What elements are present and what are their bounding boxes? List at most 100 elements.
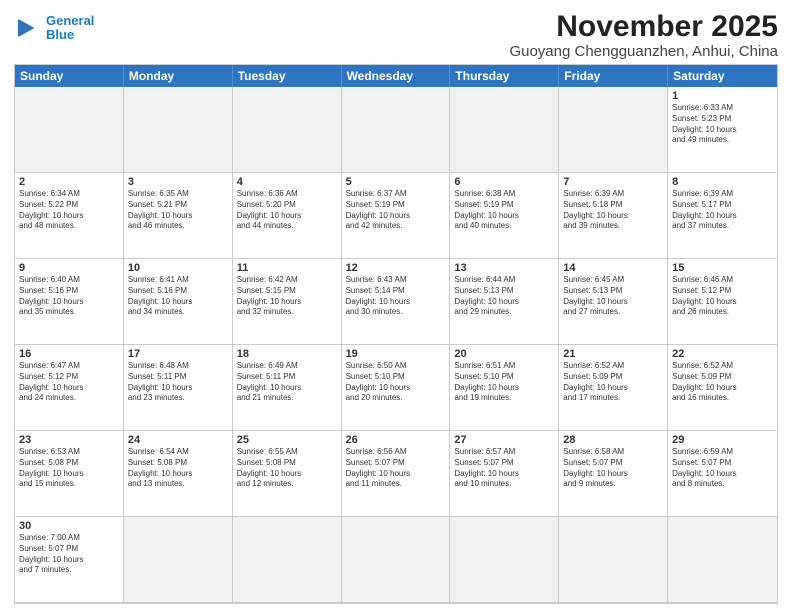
cell-date: 6 <box>454 176 554 188</box>
cell-info: Sunrise: 6:35 AMSunset: 5:21 PMDaylight:… <box>128 189 228 232</box>
calendar-cell-18: 18Sunrise: 6:49 AMSunset: 5:11 PMDayligh… <box>233 345 342 431</box>
empty-cell <box>342 87 451 173</box>
cell-info: Sunrise: 6:57 AMSunset: 5:07 PMDaylight:… <box>454 447 554 490</box>
calendar-cell-11: 11Sunrise: 6:42 AMSunset: 5:15 PMDayligh… <box>233 259 342 345</box>
cell-info: Sunrise: 6:38 AMSunset: 5:19 PMDaylight:… <box>454 189 554 232</box>
logo-text: General Blue <box>46 14 94 43</box>
cell-info: Sunrise: 6:47 AMSunset: 5:12 PMDaylight:… <box>19 361 119 404</box>
logo-blue: Blue <box>46 27 74 42</box>
cell-date: 28 <box>563 434 663 446</box>
calendar-cell-23: 23Sunrise: 6:53 AMSunset: 5:08 PMDayligh… <box>15 431 124 517</box>
calendar-cell-21: 21Sunrise: 6:52 AMSunset: 5:09 PMDayligh… <box>559 345 668 431</box>
cell-info: Sunrise: 6:59 AMSunset: 5:07 PMDaylight:… <box>672 447 773 490</box>
cell-date: 9 <box>19 262 119 274</box>
cell-date: 8 <box>672 176 773 188</box>
empty-cell <box>233 517 342 603</box>
cell-info: Sunrise: 6:37 AMSunset: 5:19 PMDaylight:… <box>346 189 446 232</box>
empty-cell <box>668 517 777 603</box>
generalblue-logo-icon <box>14 16 42 40</box>
cell-info: Sunrise: 6:46 AMSunset: 5:12 PMDaylight:… <box>672 275 773 318</box>
cell-date: 3 <box>128 176 228 188</box>
calendar-cell-4: 4Sunrise: 6:36 AMSunset: 5:20 PMDaylight… <box>233 173 342 259</box>
cell-info: Sunrise: 6:42 AMSunset: 5:15 PMDaylight:… <box>237 275 337 318</box>
calendar-cell-14: 14Sunrise: 6:45 AMSunset: 5:13 PMDayligh… <box>559 259 668 345</box>
location-title: Guoyang Chengguanzhen, Anhui, China <box>509 43 778 60</box>
month-title: November 2025 <box>509 10 778 43</box>
empty-cell <box>342 517 451 603</box>
empty-cell <box>233 87 342 173</box>
cell-date: 10 <box>128 262 228 274</box>
calendar-grid: 1Sunrise: 6:33 AMSunset: 5:23 PMDaylight… <box>15 87 777 603</box>
logo-general: General <box>46 13 94 28</box>
day-header-friday: Friday <box>559 65 668 87</box>
empty-cell <box>559 517 668 603</box>
cell-date: 15 <box>672 262 773 274</box>
cell-info: Sunrise: 6:41 AMSunset: 5:16 PMDaylight:… <box>128 275 228 318</box>
cell-info: Sunrise: 6:39 AMSunset: 5:17 PMDaylight:… <box>672 189 773 232</box>
cell-date: 29 <box>672 434 773 446</box>
calendar-cell-30: 30Sunrise: 7:00 AMSunset: 5:07 PMDayligh… <box>15 517 124 603</box>
cell-date: 14 <box>563 262 663 274</box>
empty-cell <box>450 87 559 173</box>
cell-date: 23 <box>19 434 119 446</box>
calendar-cell-12: 12Sunrise: 6:43 AMSunset: 5:14 PMDayligh… <box>342 259 451 345</box>
calendar-cell-7: 7Sunrise: 6:39 AMSunset: 5:18 PMDaylight… <box>559 173 668 259</box>
cell-date: 25 <box>237 434 337 446</box>
calendar-cell-5: 5Sunrise: 6:37 AMSunset: 5:19 PMDaylight… <box>342 173 451 259</box>
empty-cell <box>450 517 559 603</box>
cell-info: Sunrise: 6:40 AMSunset: 5:16 PMDaylight:… <box>19 275 119 318</box>
cell-info: Sunrise: 6:49 AMSunset: 5:11 PMDaylight:… <box>237 361 337 404</box>
calendar-cell-16: 16Sunrise: 6:47 AMSunset: 5:12 PMDayligh… <box>15 345 124 431</box>
cell-info: Sunrise: 6:54 AMSunset: 5:08 PMDaylight:… <box>128 447 228 490</box>
cell-date: 2 <box>19 176 119 188</box>
calendar-cell-13: 13Sunrise: 6:44 AMSunset: 5:13 PMDayligh… <box>450 259 559 345</box>
cell-info: Sunrise: 6:48 AMSunset: 5:11 PMDaylight:… <box>128 361 228 404</box>
cell-info: Sunrise: 6:58 AMSunset: 5:07 PMDaylight:… <box>563 447 663 490</box>
calendar-cell-3: 3Sunrise: 6:35 AMSunset: 5:21 PMDaylight… <box>124 173 233 259</box>
cell-date: 21 <box>563 348 663 360</box>
calendar-cell-6: 6Sunrise: 6:38 AMSunset: 5:19 PMDaylight… <box>450 173 559 259</box>
cell-date: 30 <box>19 520 119 532</box>
calendar-cell-19: 19Sunrise: 6:50 AMSunset: 5:10 PMDayligh… <box>342 345 451 431</box>
cell-info: Sunrise: 6:55 AMSunset: 5:08 PMDaylight:… <box>237 447 337 490</box>
calendar-cell-17: 17Sunrise: 6:48 AMSunset: 5:11 PMDayligh… <box>124 345 233 431</box>
cell-date: 27 <box>454 434 554 446</box>
day-headers: SundayMondayTuesdayWednesdayThursdayFrid… <box>15 65 777 87</box>
title-block: November 2025 Guoyang Chengguanzhen, Anh… <box>509 10 778 60</box>
cell-info: Sunrise: 6:36 AMSunset: 5:20 PMDaylight:… <box>237 189 337 232</box>
cell-date: 26 <box>346 434 446 446</box>
cell-date: 4 <box>237 176 337 188</box>
calendar-cell-27: 27Sunrise: 6:57 AMSunset: 5:07 PMDayligh… <box>450 431 559 517</box>
cell-date: 22 <box>672 348 773 360</box>
calendar-cell-22: 22Sunrise: 6:52 AMSunset: 5:09 PMDayligh… <box>668 345 777 431</box>
calendar-cell-24: 24Sunrise: 6:54 AMSunset: 5:08 PMDayligh… <box>124 431 233 517</box>
cell-date: 18 <box>237 348 337 360</box>
calendar-cell-8: 8Sunrise: 6:39 AMSunset: 5:17 PMDaylight… <box>668 173 777 259</box>
empty-cell <box>124 87 233 173</box>
cell-info: Sunrise: 6:51 AMSunset: 5:10 PMDaylight:… <box>454 361 554 404</box>
cell-date: 13 <box>454 262 554 274</box>
cell-info: Sunrise: 6:34 AMSunset: 5:22 PMDaylight:… <box>19 189 119 232</box>
calendar-cell-28: 28Sunrise: 6:58 AMSunset: 5:07 PMDayligh… <box>559 431 668 517</box>
cell-date: 19 <box>346 348 446 360</box>
cell-info: Sunrise: 6:56 AMSunset: 5:07 PMDaylight:… <box>346 447 446 490</box>
cell-info: Sunrise: 6:45 AMSunset: 5:13 PMDaylight:… <box>563 275 663 318</box>
logo: General Blue <box>14 14 94 43</box>
empty-cell <box>559 87 668 173</box>
cell-info: Sunrise: 7:00 AMSunset: 5:07 PMDaylight:… <box>19 533 119 576</box>
calendar-cell-29: 29Sunrise: 6:59 AMSunset: 5:07 PMDayligh… <box>668 431 777 517</box>
calendar-cell-9: 9Sunrise: 6:40 AMSunset: 5:16 PMDaylight… <box>15 259 124 345</box>
day-header-sunday: Sunday <box>15 65 124 87</box>
cell-info: Sunrise: 6:52 AMSunset: 5:09 PMDaylight:… <box>672 361 773 404</box>
page: General Blue November 2025 Guoyang Cheng… <box>0 0 792 612</box>
cell-date: 5 <box>346 176 446 188</box>
cell-date: 7 <box>563 176 663 188</box>
cell-date: 20 <box>454 348 554 360</box>
cell-date: 24 <box>128 434 228 446</box>
cell-date: 11 <box>237 262 337 274</box>
cell-date: 12 <box>346 262 446 274</box>
cell-date: 17 <box>128 348 228 360</box>
calendar-cell-10: 10Sunrise: 6:41 AMSunset: 5:16 PMDayligh… <box>124 259 233 345</box>
cell-info: Sunrise: 6:39 AMSunset: 5:18 PMDaylight:… <box>563 189 663 232</box>
cell-date: 1 <box>672 90 773 102</box>
